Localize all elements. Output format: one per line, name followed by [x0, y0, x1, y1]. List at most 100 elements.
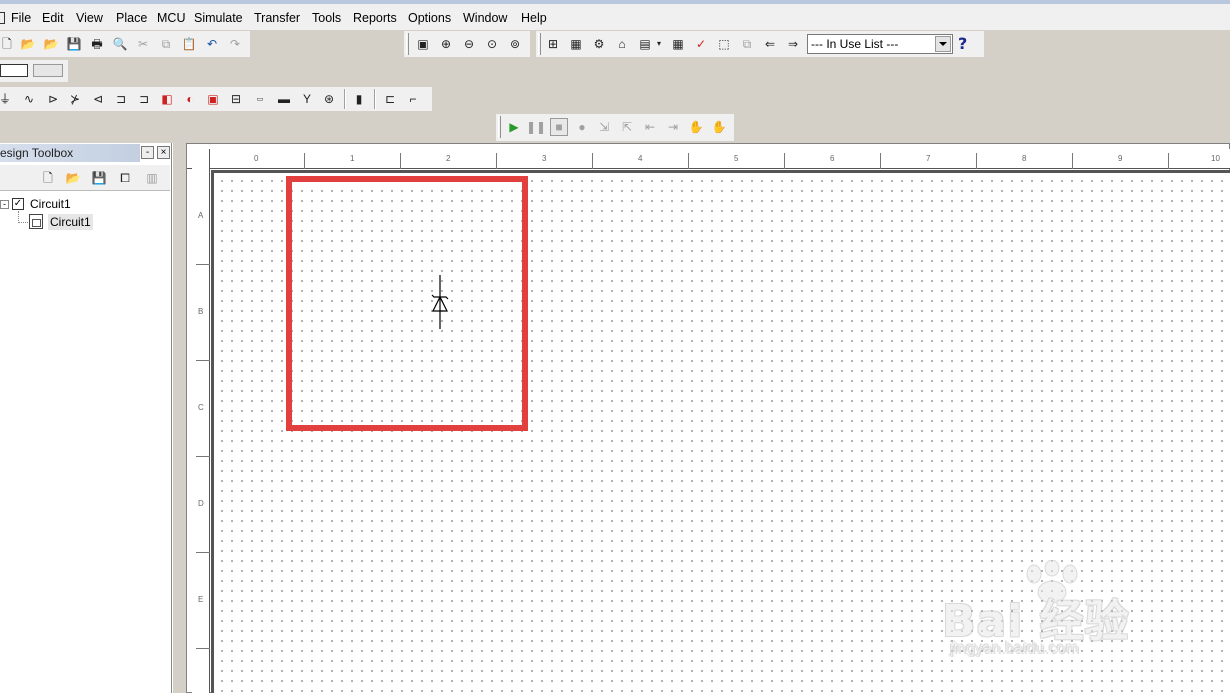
- grapher-dropdown-icon[interactable]: ▾: [654, 35, 664, 53]
- tree-collapse-toggle[interactable]: -: [0, 200, 9, 209]
- left-ruler: A B C D E: [192, 149, 210, 693]
- save-icon[interactable]: 💾: [65, 35, 83, 53]
- postprocessor-icon[interactable]: ▦: [669, 35, 687, 53]
- ruler-label: D: [198, 499, 204, 508]
- redo-icon[interactable]: ↷: [226, 35, 244, 53]
- tree-child-label[interactable]: Circuit1: [48, 214, 93, 230]
- ruler-tick: [196, 264, 210, 265]
- run-to-cursor-icon[interactable]: ⇥: [664, 118, 682, 136]
- open-folder-icon[interactable]: 📂: [19, 35, 37, 53]
- undo-icon[interactable]: ↶: [203, 35, 221, 53]
- ruler-label: C: [198, 403, 204, 412]
- source-icon[interactable]: ⏚: [0, 90, 14, 108]
- mixed-icon[interactable]: ◐: [181, 90, 199, 108]
- rf-icon[interactable]: Y: [298, 90, 316, 108]
- hierarchical-block-icon[interactable]: ⊏: [381, 90, 399, 108]
- erc-icon[interactable]: ✓: [692, 35, 710, 53]
- diode-icon[interactable]: ⊳: [44, 90, 62, 108]
- bus-icon[interactable]: ⌐: [404, 90, 422, 108]
- menu-simulate[interactable]: Simulate: [193, 9, 244, 27]
- database-icon[interactable]: ⚙: [590, 35, 608, 53]
- paste-icon[interactable]: 📋: [180, 35, 198, 53]
- spreadsheet-icon[interactable]: ▦: [567, 35, 585, 53]
- cmos-icon[interactable]: ⊐: [135, 90, 153, 108]
- open-design-icon[interactable]: 📂: [64, 169, 82, 187]
- transistor-icon[interactable]: ⊁: [66, 90, 84, 108]
- resistor-icon[interactable]: ∿: [20, 90, 38, 108]
- delete-design-icon[interactable]: ▥: [143, 169, 161, 187]
- tree-root-label[interactable]: Circuit1: [30, 196, 71, 212]
- zoom-fit-icon[interactable]: ⊚: [506, 35, 524, 53]
- advanced-peripherals-icon[interactable]: ▬: [275, 90, 293, 108]
- circuit-visibility-checkbox[interactable]: ✓: [12, 198, 24, 210]
- menu-view[interactable]: View: [75, 9, 104, 27]
- stop-icon[interactable]: ■: [550, 118, 568, 136]
- save-design-icon[interactable]: 💾: [90, 169, 108, 187]
- menu-edit[interactable]: Edit: [41, 9, 65, 27]
- menu-mcu[interactable]: MCU: [156, 9, 186, 27]
- menu-options[interactable]: Options: [407, 9, 452, 27]
- toolbar-grip[interactable]: [538, 33, 541, 55]
- component-wizard-icon[interactable]: ⌂: [613, 35, 631, 53]
- close-design-icon[interactable]: ⧠: [116, 169, 134, 187]
- app-system-icon[interactable]: [0, 12, 5, 24]
- zoom-out-icon[interactable]: ⊖: [460, 35, 478, 53]
- virtual-toggle-icon[interactable]: [0, 64, 28, 77]
- ttl-icon[interactable]: ⊐: [112, 90, 130, 108]
- menu-place[interactable]: Place: [115, 9, 148, 27]
- menu-file[interactable]: File: [10, 9, 32, 27]
- menu-help[interactable]: Help: [520, 9, 548, 27]
- ruler-tick: [400, 153, 401, 169]
- design-toolbox-panel: esign Toolbox - × 🗋 📂 💾 ⧠ ▥ - ✓ Circuit1…: [0, 143, 172, 693]
- new-icon[interactable]: 🗋: [0, 35, 16, 53]
- panel-splitter[interactable]: [172, 143, 186, 693]
- power-component-icon[interactable]: ⊟: [227, 90, 245, 108]
- run-icon[interactable]: ▶: [505, 118, 523, 136]
- cut-icon[interactable]: ✂: [134, 35, 152, 53]
- print-icon[interactable]: 🖶: [88, 35, 106, 53]
- menu-tools[interactable]: Tools: [311, 9, 342, 27]
- forward-annotate-icon[interactable]: ⇒: [784, 35, 802, 53]
- zoom-area-icon[interactable]: ⊙: [483, 35, 501, 53]
- capture-area-icon[interactable]: ⬚: [715, 35, 733, 53]
- remove-breakpoints-icon[interactable]: ✋: [710, 118, 728, 136]
- step-into-icon[interactable]: ⇲: [595, 118, 613, 136]
- misc-digital-icon[interactable]: ◧: [158, 90, 176, 108]
- toggle-breakpoint-icon[interactable]: ✋: [687, 118, 705, 136]
- panel-minimize-icon[interactable]: -: [141, 146, 154, 159]
- indicator-icon[interactable]: ▣: [204, 90, 222, 108]
- panel-close-icon[interactable]: ×: [157, 146, 170, 159]
- pause-icon[interactable]: ❚❚: [526, 118, 546, 136]
- analog-icon[interactable]: ⊲: [89, 90, 107, 108]
- print-preview-icon[interactable]: 🔍: [111, 35, 129, 53]
- in-use-list-dropdown[interactable]: --- In Use List ---: [807, 34, 953, 54]
- chevron-down-icon[interactable]: [935, 36, 951, 52]
- new-design-icon[interactable]: 🗋: [39, 169, 57, 187]
- pan-toggle-icon[interactable]: [33, 64, 63, 77]
- tree-connector: [18, 211, 28, 223]
- back-annotate-icon[interactable]: ⇐: [761, 35, 779, 53]
- ruler-label: 4: [638, 154, 643, 163]
- toolbar-grip[interactable]: [498, 116, 501, 138]
- toolbar-grip[interactable]: [406, 33, 409, 55]
- open-design-icon[interactable]: 📂: [42, 35, 60, 53]
- step-out-icon[interactable]: ⇤: [641, 118, 659, 136]
- step-over-icon[interactable]: ⇱: [618, 118, 636, 136]
- design-toolbox-icon[interactable]: ⊞: [544, 35, 562, 53]
- copy-icon[interactable]: ⧉: [157, 35, 175, 53]
- menu-reports[interactable]: Reports: [352, 9, 398, 27]
- electromechanical-icon[interactable]: ⊛: [320, 90, 338, 108]
- help-icon[interactable]: ?: [958, 34, 974, 54]
- mcu-icon[interactable]: ▮: [350, 90, 368, 108]
- ruler-label: 10: [1211, 154, 1220, 163]
- zener-diode-component[interactable]: [430, 275, 450, 329]
- breakpoint-icon[interactable]: ●: [573, 118, 591, 136]
- show-full-page-icon[interactable]: ▣: [414, 35, 432, 53]
- paste-area-icon[interactable]: ⧉: [738, 35, 756, 53]
- grapher-icon[interactable]: ▤: [636, 35, 654, 53]
- zoom-in-icon[interactable]: ⊕: [437, 35, 455, 53]
- toolbar-separator: [344, 89, 346, 109]
- misc-icon[interactable]: ▭: [250, 90, 270, 108]
- menu-transfer[interactable]: Transfer: [253, 9, 301, 27]
- menu-window[interactable]: Window: [462, 9, 508, 27]
